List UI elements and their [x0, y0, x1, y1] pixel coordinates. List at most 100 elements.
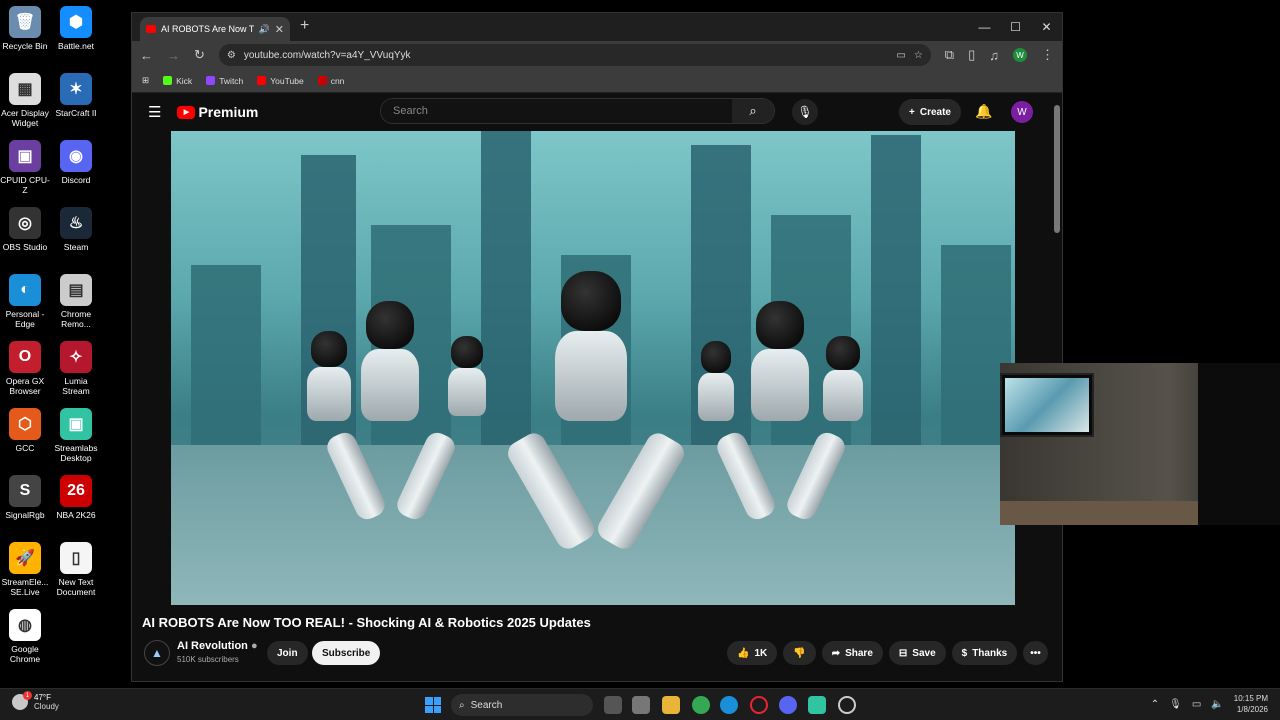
- mic-icon: 🎙: [797, 105, 813, 119]
- chrome-taskbar-icon[interactable]: [692, 696, 710, 714]
- steam-icon: ♨: [60, 207, 92, 239]
- maximize-icon[interactable]: ☐: [1000, 13, 1031, 41]
- search-input[interactable]: Search: [381, 99, 732, 123]
- bookmark-star-icon[interactable]: ☆: [914, 50, 923, 61]
- obs-taskbar-icon[interactable]: [838, 696, 856, 714]
- time: 10:15 PM: [1233, 694, 1268, 703]
- channel-name[interactable]: AI Revolution ●: [177, 640, 258, 652]
- desktop-icon-label: Steam: [63, 242, 89, 252]
- obs-icon: ◎: [9, 207, 41, 239]
- address-bar[interactable]: ⚙ youtube.com/watch?v=a4Y_VVuqYyk ▭ ☆: [218, 44, 931, 66]
- desktop-icon-signalrgb[interactable]: S SignalRgb: [0, 475, 50, 520]
- youtube-logo[interactable]: ▶ Premium: [177, 104, 258, 120]
- desktop-icon-obs[interactable]: ◎ OBS Studio: [0, 207, 50, 252]
- desktop-icon-cpuz[interactable]: ▣ CPUID CPU-Z: [0, 140, 50, 195]
- desktop-icon-opera-gx[interactable]: O Opera GX Browser: [0, 341, 50, 396]
- kick-icon: [163, 76, 173, 85]
- create-button[interactable]: + Create: [899, 99, 961, 125]
- start-button-icon[interactable]: [425, 697, 441, 713]
- desktop-icon-label: New Text Document: [56, 577, 96, 597]
- share-button[interactable]: ➦ Share: [821, 641, 883, 665]
- extensions-icon[interactable]: ⧉: [945, 47, 954, 63]
- menu-dots-icon[interactable]: ⋮: [1041, 47, 1054, 63]
- back-icon[interactable]: ←: [140, 48, 153, 63]
- account-avatar[interactable]: W: [1011, 101, 1033, 123]
- chevron-up-icon[interactable]: ⌃: [1151, 699, 1159, 710]
- mic-tray-icon[interactable]: 🎙: [1169, 699, 1182, 710]
- hamburger-menu-icon[interactable]: ☰: [148, 103, 161, 121]
- file-explorer-icon[interactable]: [662, 696, 680, 714]
- desktop-icon-chrome-remote[interactable]: ▤ Chrome Remo...: [51, 274, 101, 329]
- desktop-icon-streamelements[interactable]: 🚀 StreamEle... SE.Live: [0, 542, 50, 597]
- minimize-icon[interactable]: —: [969, 13, 1000, 41]
- profile-avatar[interactable]: W: [1013, 48, 1027, 62]
- widgets-icon[interactable]: [632, 696, 650, 714]
- desktop-icon-streamlabs[interactable]: ▣ Streamlabs Desktop: [51, 408, 101, 463]
- bookmark-kick[interactable]: Kick: [163, 76, 192, 86]
- more-actions-button[interactable]: •••: [1023, 641, 1048, 665]
- notifications-bell-icon[interactable]: 🔔: [975, 103, 992, 120]
- weather-condition: Cloudy: [34, 702, 59, 711]
- close-window-icon[interactable]: ✕: [1031, 13, 1062, 41]
- join-button[interactable]: Join: [267, 641, 308, 665]
- video-title: AI ROBOTS Are Now TOO REAL! - Shocking A…: [142, 615, 591, 630]
- thanks-button[interactable]: $ Thanks: [951, 641, 1018, 665]
- more-dots-icon: •••: [1030, 647, 1041, 659]
- audio-icon[interactable]: 🔊: [259, 24, 270, 35]
- channel-avatar[interactable]: ▲: [144, 640, 170, 666]
- search-button[interactable]: ⌕: [732, 99, 774, 123]
- save-button[interactable]: ⊟ Save: [888, 641, 946, 665]
- streamlabs-taskbar-icon[interactable]: [808, 696, 826, 714]
- side-panel-icon[interactable]: ▯: [968, 47, 975, 63]
- weather-widget[interactable]: 1 47°F Cloudy: [12, 691, 59, 711]
- display-icon[interactable]: ▭: [1192, 699, 1201, 710]
- apps-grid-icon[interactable]: ⊞: [142, 75, 149, 86]
- opera-gx-icon: O: [9, 341, 41, 373]
- youtube-favicon-icon: [146, 25, 156, 33]
- bookmark-twitch[interactable]: Twitch: [206, 76, 243, 86]
- bookmark-cnn[interactable]: cnn: [317, 76, 344, 86]
- create-label: Create: [919, 106, 951, 118]
- desktop-icon-starcraft[interactable]: ✶ StarCraft II: [51, 73, 101, 118]
- subscribe-button[interactable]: Subscribe: [312, 641, 381, 665]
- close-tab-icon[interactable]: ✕: [275, 23, 284, 36]
- youtube-play-icon: ▶: [177, 105, 196, 119]
- site-info-icon[interactable]: ⚙: [227, 50, 236, 61]
- bookmark-youtube[interactable]: YouTube: [257, 76, 304, 86]
- forward-icon[interactable]: →: [167, 48, 180, 63]
- cast-icon[interactable]: ▭: [896, 50, 905, 61]
- desktop-icon-lumia-stream[interactable]: ✧ Lumia Stream: [51, 341, 101, 396]
- url-text[interactable]: youtube.com/watch?v=a4Y_VVuqYyk: [244, 50, 889, 61]
- desktop-icon-nba2k26[interactable]: 26 NBA 2K26: [51, 475, 101, 520]
- media-icon[interactable]: ♫: [989, 48, 999, 63]
- edge-taskbar-icon[interactable]: [720, 696, 738, 714]
- voice-search-button[interactable]: 🎙: [792, 99, 818, 125]
- desktop-icon-gcc[interactable]: ⬡ GCC: [0, 408, 50, 453]
- desktop-icon-text-document[interactable]: ▯ New Text Document: [51, 542, 101, 597]
- desktop-icon-steam[interactable]: ♨ Steam: [51, 207, 101, 252]
- twitch-icon: [206, 76, 216, 85]
- volume-icon[interactable]: 🔈: [1211, 699, 1223, 710]
- desktop-icon-battlenet[interactable]: ⬢ Battle.net: [51, 6, 101, 51]
- desktop-icon-label: Recycle Bin: [2, 41, 48, 51]
- desktop-icon-recycle-bin[interactable]: 🗑 Recycle Bin: [0, 6, 50, 51]
- dislike-button[interactable]: 👎: [783, 641, 816, 665]
- scrollbar-thumb[interactable]: [1054, 105, 1060, 233]
- desktop-icon-edge[interactable]: ◐ Personal - Edge: [0, 274, 50, 329]
- desktop-icon-acer-display-widget[interactable]: ▦ Acer Display Widget: [0, 73, 50, 128]
- like-button[interactable]: 👍 1K: [727, 641, 778, 665]
- task-view-icon[interactable]: [604, 696, 622, 714]
- taskbar-search[interactable]: ⌕ Search: [451, 694, 593, 716]
- discord-taskbar-icon[interactable]: [779, 696, 797, 714]
- desktop-icon-chrome[interactable]: ◍ Google Chrome: [0, 609, 50, 664]
- opera-gx-taskbar-icon[interactable]: [750, 696, 768, 714]
- thanks-label: Thanks: [972, 647, 1008, 659]
- reload-icon[interactable]: ↻: [194, 47, 205, 63]
- clock[interactable]: 10:15 PM 1/8/2026: [1234, 693, 1268, 715]
- desktop-icon-discord[interactable]: ◉ Discord: [51, 140, 101, 185]
- browser-tab[interactable]: AI ROBOTS Are Now TOO R 🔊 ✕: [140, 17, 290, 41]
- video-player[interactable]: ▲: [171, 131, 1015, 605]
- edge-icon: ◐: [9, 274, 41, 306]
- search-icon: ⌕: [459, 699, 465, 711]
- new-tab-icon[interactable]: +: [300, 17, 309, 35]
